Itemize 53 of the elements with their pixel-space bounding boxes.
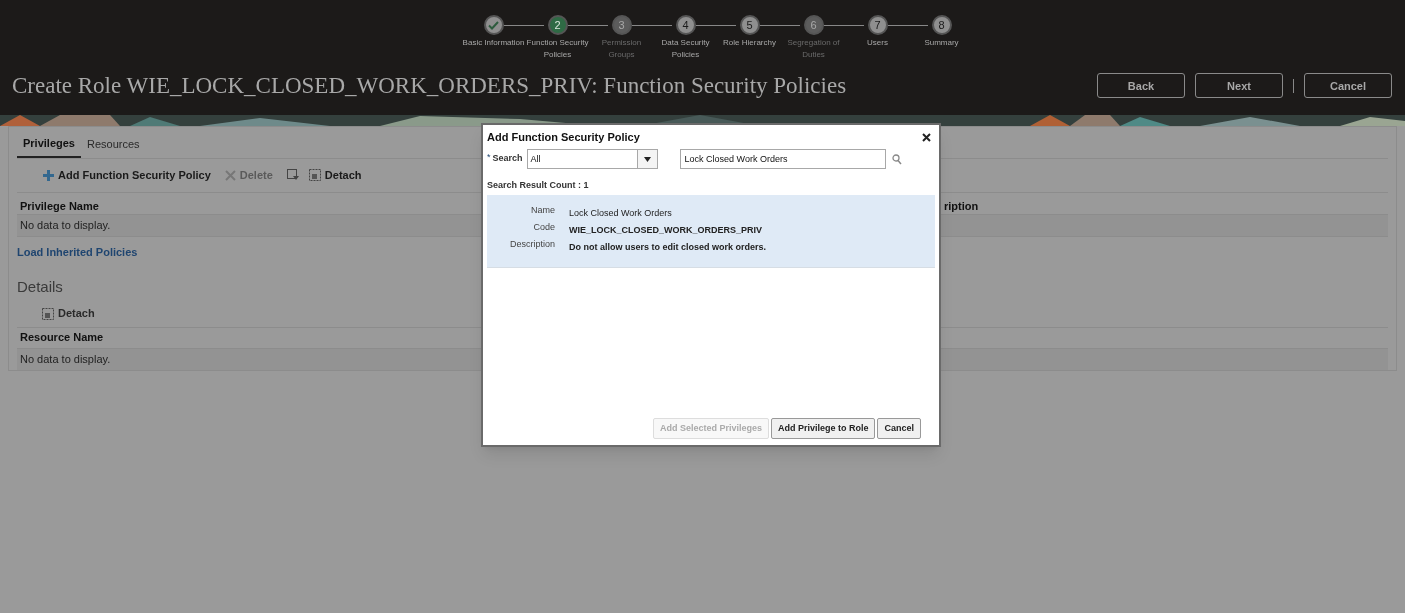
dialog-button[interactable]: Cancel xyxy=(877,418,921,439)
empty-message: No data to display. xyxy=(19,351,112,367)
step-label[interactable]: Role Hierarchy xyxy=(718,37,781,49)
step-marker[interactable]: 4 xyxy=(675,15,696,35)
step-marker[interactable] xyxy=(483,15,504,35)
dialog-button[interactable]: Add Privilege to Role xyxy=(770,418,876,439)
step-label[interactable]: Basic Information xyxy=(462,37,525,49)
search-result[interactable]: Name Lock Closed Work Orders Code WIE_LOCK_CLOSED_WORK_ORDERS_PRIV Description Do not allow users to edit closed work orders. xyxy=(487,194,935,268)
close-icon xyxy=(922,132,931,142)
dialog-title: Add Function Security Policy xyxy=(487,129,640,145)
detach-button[interactable]: Detach xyxy=(42,304,95,323)
toolbar-button[interactable]: Detach xyxy=(308,166,362,184)
column-header: ription xyxy=(943,199,980,212)
export-icon[interactable] xyxy=(286,169,299,181)
wizard-button[interactable]: Next xyxy=(1195,73,1283,99)
step-label[interactable]: Data Security Policies xyxy=(654,37,717,61)
section-heading: Details xyxy=(17,277,64,297)
field-value: Lock Closed Work Orders xyxy=(569,206,673,220)
search-field[interactable]: Lock Closed Work Orders xyxy=(679,149,886,169)
step-marker[interactable]: 8 xyxy=(931,15,952,35)
field-value: Do not allow users to edit closed work orders. xyxy=(569,240,768,254)
step-marker[interactable]: 7 xyxy=(867,15,888,35)
field-label: Description xyxy=(508,237,555,251)
load-policies-link[interactable]: Load Inherited Policies xyxy=(17,243,138,260)
toolbar-button[interactable]: Add Function Security Policy xyxy=(43,166,211,184)
empty-message: No data to display. xyxy=(19,217,112,233)
tab[interactable]: Privileges xyxy=(17,135,81,158)
detach-icon xyxy=(308,169,321,181)
field-label: Code xyxy=(532,220,555,234)
wizard-button[interactable]: Back xyxy=(1097,73,1185,99)
close-icon xyxy=(224,169,236,181)
result-count: Search Result Count : 1 xyxy=(487,179,590,192)
close-button[interactable] xyxy=(922,132,931,142)
scope-dropdown[interactable]: All xyxy=(526,149,658,169)
search-label: Search xyxy=(492,152,523,166)
wizard-button[interactable]: Cancel xyxy=(1304,73,1392,99)
plus-icon xyxy=(43,169,54,181)
field-label: Name xyxy=(530,203,555,217)
step-marker[interactable]: 5 xyxy=(739,15,760,35)
field-value: WIE_LOCK_CLOSED_WORK_ORDERS_PRIV xyxy=(569,223,764,237)
step-label[interactable]: Users xyxy=(846,37,909,49)
step-marker[interactable]: 2 xyxy=(547,15,568,35)
tab[interactable]: Resources xyxy=(81,135,146,158)
check-icon xyxy=(488,20,499,30)
column-header: Resource Name xyxy=(19,330,105,346)
caret-icon xyxy=(643,156,651,162)
step-label[interactable]: Summary xyxy=(910,37,973,49)
required-mark: * xyxy=(487,151,491,164)
step-label[interactable]: Function Security Policies xyxy=(526,37,589,61)
search-icon[interactable] xyxy=(891,153,902,165)
column-header: Privilege Name xyxy=(19,199,100,212)
page-title: Create Role WIE_LOCK_CLOSED_WORK_ORDERS_PRIV: Function Security Policies xyxy=(12,71,847,100)
detach-icon xyxy=(42,307,54,320)
